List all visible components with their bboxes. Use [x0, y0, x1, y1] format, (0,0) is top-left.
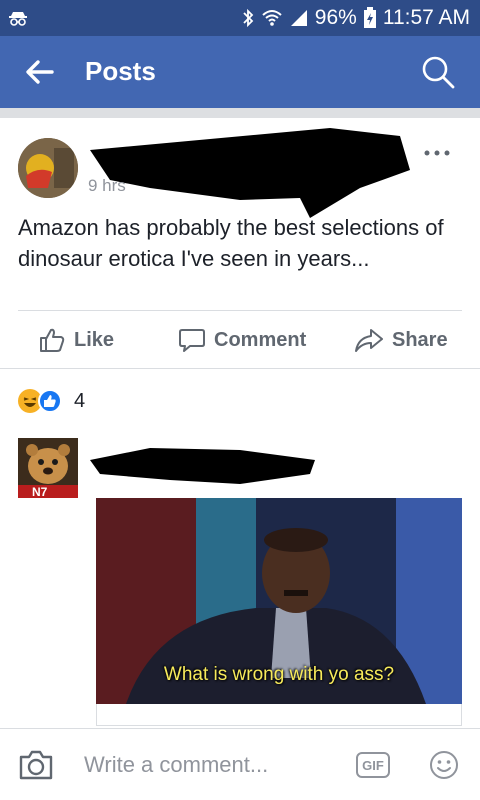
status-bar: 96% 11:57 AM	[0, 0, 480, 36]
wifi-icon	[262, 10, 282, 26]
gif-attribution	[96, 704, 462, 726]
back-arrow-icon[interactable]	[24, 58, 56, 86]
comment-label: Comment	[214, 328, 307, 351]
avatar-image	[18, 438, 78, 498]
like-label: Like	[74, 328, 115, 351]
camera-icon[interactable]	[18, 749, 54, 781]
emoji-icon[interactable]	[428, 749, 460, 781]
like-icon	[38, 389, 62, 413]
comment-composer: GIF	[0, 728, 480, 800]
share-arrow-icon	[355, 329, 383, 352]
post-separator	[18, 310, 462, 311]
like-button[interactable]: Like	[38, 322, 114, 358]
more-options-icon[interactable]	[422, 148, 452, 158]
battery-percent: 96%	[314, 6, 357, 29]
meme-gif[interactable]: What is wrong with yo ass?	[96, 498, 462, 704]
redacted-commenter-name	[90, 448, 315, 484]
share-button[interactable]: Share	[354, 322, 448, 358]
n7-badge: N7	[32, 485, 48, 498]
comment-button[interactable]: Comment	[178, 322, 306, 358]
redacted-author-name	[90, 128, 410, 218]
page-title: Posts	[85, 56, 156, 86]
meme-caption: What is wrong with yo ass?	[163, 664, 395, 685]
thumbs-up-icon	[40, 328, 65, 352]
reaction-count: 4	[74, 389, 86, 412]
search-icon[interactable]	[420, 54, 456, 90]
commenter-avatar[interactable]: N7	[18, 438, 78, 498]
post-author-avatar[interactable]	[18, 138, 78, 198]
clock: 11:57 AM	[382, 6, 470, 29]
post-body: Amazon has probably the best selections …	[18, 215, 444, 271]
speech-bubble-icon	[179, 329, 205, 352]
bluetooth-icon	[243, 8, 254, 28]
app-bar: Posts	[0, 36, 480, 108]
battery-charging-icon	[363, 7, 376, 28]
reaction-summary[interactable]: 4	[18, 388, 85, 414]
gif-button[interactable]: GIF	[356, 752, 390, 778]
comment-input[interactable]	[84, 749, 324, 781]
feed-divider	[0, 108, 480, 118]
post-timestamp: 9 hrs	[88, 176, 126, 195]
actions-separator	[0, 368, 480, 369]
share-label: Share	[392, 328, 448, 351]
avatar-image	[18, 138, 78, 198]
gif-label: GIF	[362, 757, 384, 773]
incognito-icon	[9, 12, 27, 26]
signal-icon	[290, 10, 307, 26]
post-actions: Like Comment Share	[0, 322, 480, 358]
